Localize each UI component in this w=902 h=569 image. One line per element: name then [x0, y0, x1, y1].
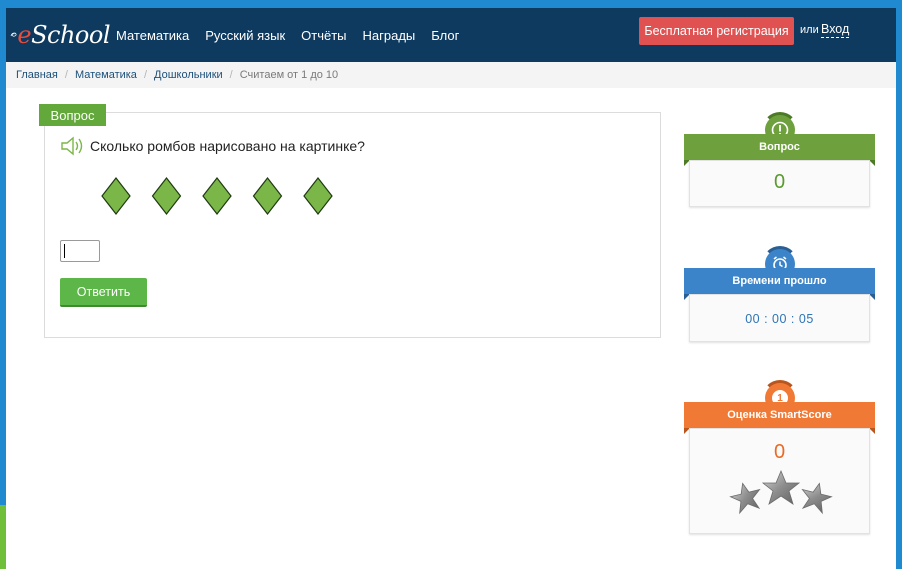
smartscore-widget-title: Оценка SmartScore: [684, 402, 875, 434]
breadcrumb-separator: /: [229, 69, 233, 81]
diamond-shape: [202, 177, 232, 215]
time-widget-body: 00 : 00 : 05: [689, 294, 870, 342]
logo-text: eSchool: [17, 21, 110, 49]
diamond-shape: [101, 177, 131, 215]
stars-icon: [729, 469, 833, 515]
nav-link-math[interactable]: Математика: [116, 28, 189, 43]
nav-link-russian[interactable]: Русский язык: [205, 28, 285, 43]
nav-link-blog[interactable]: Блог: [431, 28, 459, 43]
time-widget-title: Времени прошло: [684, 268, 875, 300]
breadcrumb-current: Считаем от 1 до 10: [239, 69, 339, 81]
diamond-shape: [252, 177, 283, 215]
breadcrumb-home[interactable]: Главная: [16, 69, 58, 81]
smartscore-widget-body: 0: [689, 428, 870, 534]
time-elapsed: 00 : 00 : 05: [745, 312, 814, 326]
nav-link-awards[interactable]: Награды: [363, 28, 416, 43]
diamond-shape: [303, 177, 333, 215]
breadcrumb-math[interactable]: Математика: [75, 69, 137, 81]
logo-swirl-icon: [10, 32, 17, 37]
breadcrumb: Главная / Математика / Дошкольники / Счи…: [6, 62, 896, 88]
nav-link-reports[interactable]: Отчёты: [301, 28, 346, 43]
questions-widget-body: 0: [689, 160, 870, 207]
time-widget: Времени прошло 00 : 00 : 05: [684, 246, 875, 344]
breadcrumb-separator: /: [64, 69, 68, 81]
diamond-shape: [151, 177, 182, 215]
breadcrumb-preschool[interactable]: Дошкольники: [154, 69, 223, 81]
smartscore-widget: 1 Оценка SmartScore 0: [684, 380, 875, 536]
answer-input[interactable]: [60, 240, 100, 262]
free-register-button[interactable]: Бесплатная регистрация: [639, 17, 794, 45]
questions-widget-title: Вопрос: [684, 134, 875, 166]
breadcrumb-separator: /: [143, 69, 147, 81]
speaker-icon[interactable]: [60, 135, 86, 157]
submit-answer-button[interactable]: Ответить: [60, 278, 147, 307]
question-tab: Вопрос: [39, 104, 106, 126]
text-caret: [64, 244, 65, 258]
login-link[interactable]: Вход: [821, 22, 850, 38]
questions-count: 0: [773, 171, 786, 193]
question-row: Сколько ромбов нарисовано на картинке?: [60, 135, 365, 157]
site-logo[interactable]: eSchool: [10, 15, 110, 55]
main-nav: Математика Русский язык Отчёты Награды Б…: [116, 28, 475, 43]
question-text: Сколько ромбов нарисовано на картинке?: [90, 138, 365, 154]
diamonds-picture: [101, 177, 333, 215]
questions-widget: Вопрос 0: [684, 112, 875, 210]
left-accent-bar: [0, 505, 6, 569]
or-label: или: [800, 24, 819, 36]
